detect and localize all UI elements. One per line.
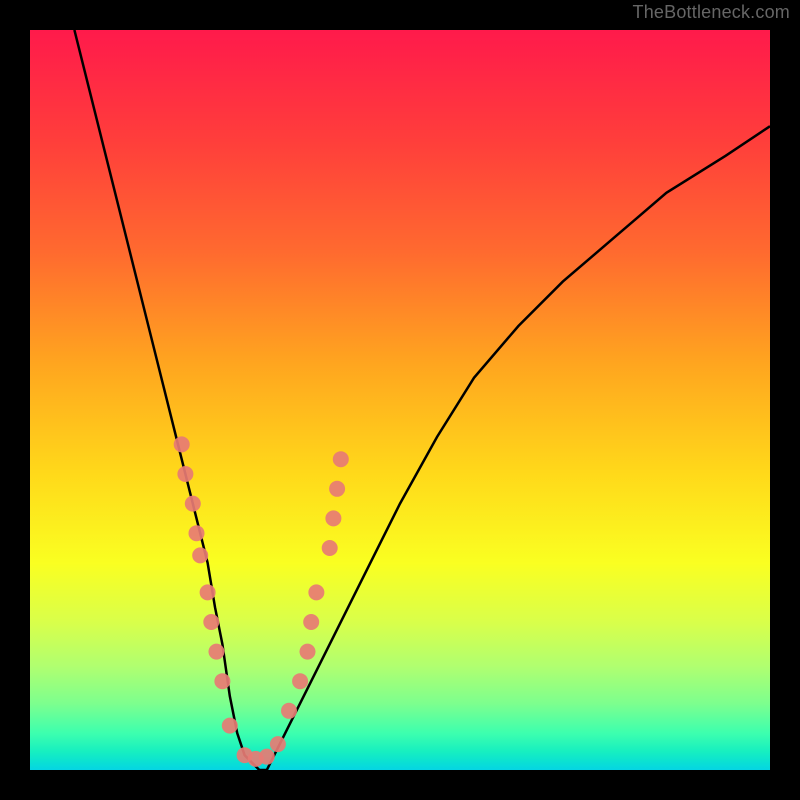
chart-frame: TheBottleneck.com — [0, 0, 800, 800]
marker-dot — [259, 749, 275, 765]
marker-dot — [185, 496, 201, 512]
marker-dots — [174, 436, 349, 767]
marker-dot — [214, 673, 230, 689]
marker-dot — [300, 644, 316, 660]
marker-dot — [203, 614, 219, 630]
marker-dot — [174, 436, 190, 452]
marker-dot — [308, 584, 324, 600]
marker-dot — [333, 451, 349, 467]
marker-dot — [329, 481, 345, 497]
curve-series — [74, 30, 770, 770]
plot-area — [30, 30, 770, 770]
marker-dot — [292, 673, 308, 689]
marker-dot — [177, 466, 193, 482]
marker-dot — [192, 547, 208, 563]
marker-dot — [200, 584, 216, 600]
marker-dot — [281, 703, 297, 719]
marker-dot — [222, 718, 238, 734]
marker-dot — [325, 510, 341, 526]
watermark-text: TheBottleneck.com — [633, 2, 790, 23]
marker-dot — [270, 736, 286, 752]
marker-dot — [189, 525, 205, 541]
chart-svg — [30, 30, 770, 770]
marker-dot — [208, 644, 224, 660]
marker-dot — [322, 540, 338, 556]
marker-dot — [303, 614, 319, 630]
